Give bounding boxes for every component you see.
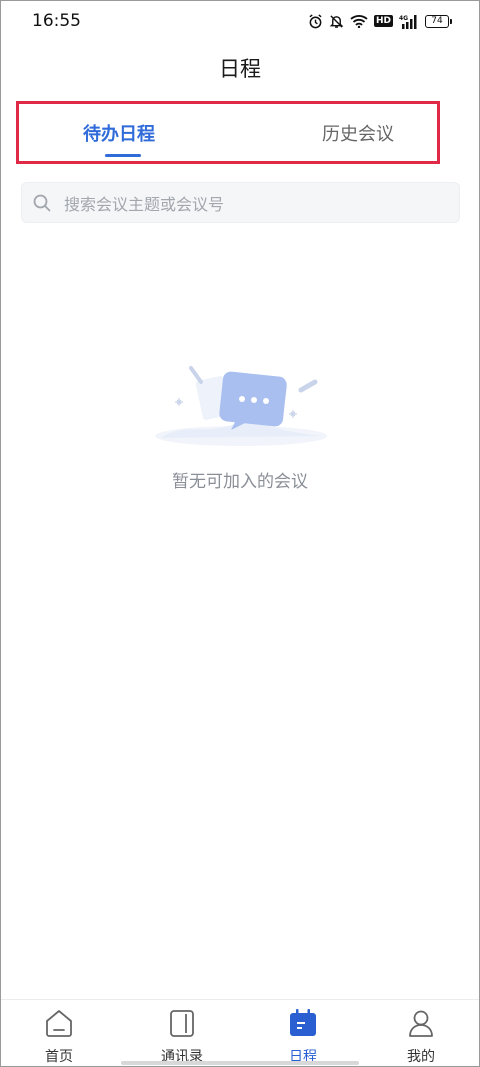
nav-label-home: 首页 — [45, 1049, 73, 1065]
home-indicator — [121, 1061, 359, 1065]
contacts-book-icon — [170, 1010, 194, 1037]
wifi-icon — [350, 15, 368, 28]
calendar-icon — [290, 1009, 316, 1036]
nav-item-home[interactable]: 首页 — [19, 1008, 99, 1066]
schedule-tabs: 待办日程 历史会议 — [16, 101, 440, 164]
nav-item-mine[interactable]: 我的 — [381, 1008, 461, 1066]
page-title: 日程 — [219, 57, 261, 81]
empty-state-message: 暂无可加入的会议 — [172, 472, 308, 492]
status-bar: 16:55 HD 4G 74 — [1, 1, 479, 41]
person-icon — [409, 1010, 433, 1037]
mute-bell-icon — [329, 14, 344, 28]
tab-pending-schedule[interactable]: 待办日程 — [83, 120, 155, 146]
home-icon — [46, 1010, 72, 1037]
active-tab-indicator — [105, 154, 141, 157]
signal-4g-icon: 4G — [399, 14, 417, 29]
nav-item-schedule[interactable]: 日程 — [263, 1008, 343, 1066]
chat-bubble-illustration — [155, 366, 327, 446]
search-input[interactable]: 搜索会议主题或会议号 — [21, 182, 460, 223]
battery-icon: 74 — [425, 14, 452, 28]
search-icon — [33, 194, 51, 211]
nav-item-contacts[interactable]: 通讯录 — [142, 1008, 222, 1066]
nav-label-mine: 我的 — [407, 1049, 435, 1065]
bottom-nav: 首页 通讯录 日程 我的 — [1, 999, 479, 1066]
alarm-icon — [309, 13, 322, 28]
tab-history-meetings[interactable]: 历史会议 — [322, 120, 394, 146]
status-icons: HD 4G 74 — [308, 13, 452, 29]
svg-text:4G: 4G — [399, 15, 408, 22]
status-time: 16:55 — [32, 11, 81, 31]
search-placeholder: 搜索会议主题或会议号 — [64, 194, 225, 214]
hd-badge: HD — [373, 15, 393, 27]
